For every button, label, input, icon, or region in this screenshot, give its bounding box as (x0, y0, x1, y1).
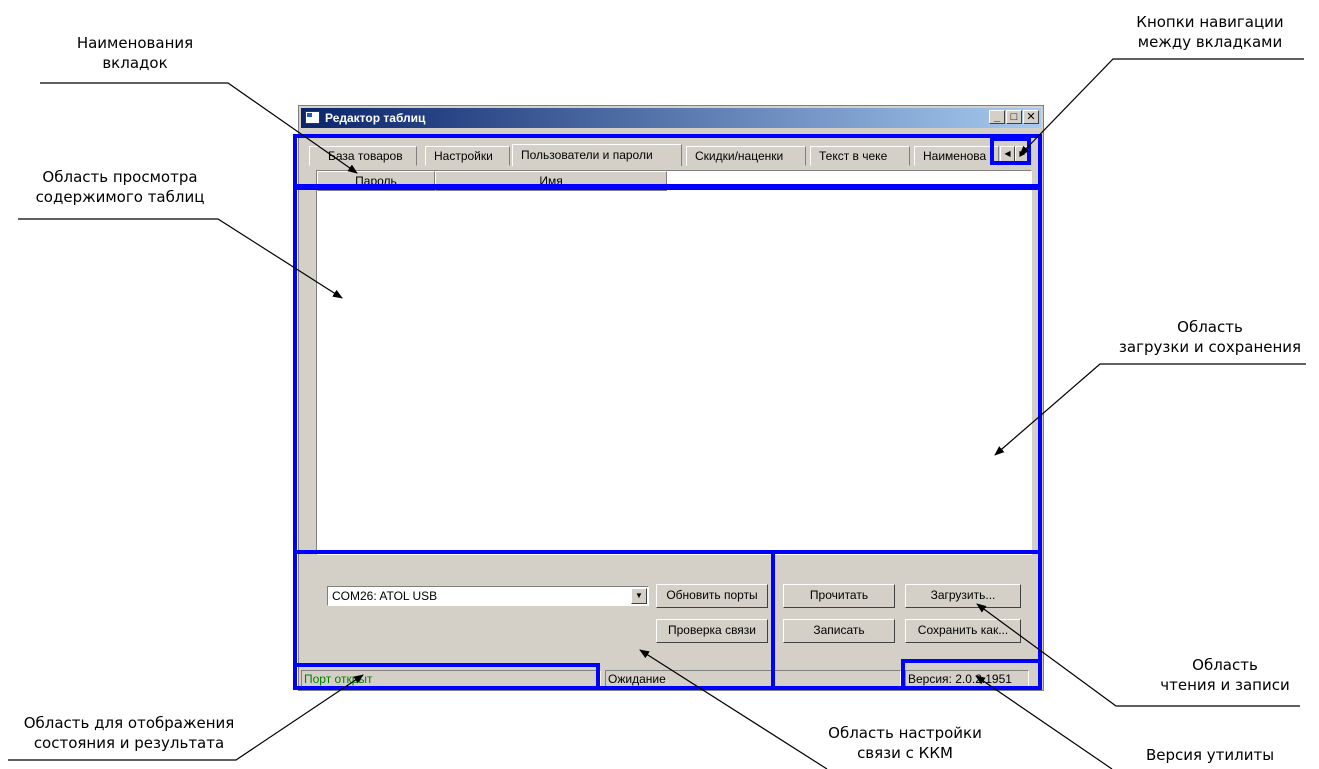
table-editor-window: Редактор таблиц _ □ ✕ База товаров Настр… (298, 105, 1044, 691)
callout-kkm-connection-line1: Область настройки (828, 724, 982, 742)
close-button[interactable]: ✕ (1023, 110, 1039, 124)
save-as-button[interactable]: Сохранить как... (905, 619, 1021, 643)
callout-tab-names-line2: вкладок (102, 54, 168, 72)
leader-table-view (18, 218, 343, 299)
check-connection-button[interactable]: Проверка связи (656, 619, 768, 643)
write-button[interactable]: Записать (783, 619, 895, 643)
tab-scroll-right-button[interactable]: ▶ (1015, 146, 1030, 162)
tab-users-passwords[interactable]: Пользователи и пароли (512, 144, 682, 166)
status-bar: Порт открыт Ожидание Версия: 2.0.2.1951 (301, 670, 1041, 688)
tab-names[interactable]: Наименова (914, 146, 999, 166)
tab-receipt-text[interactable]: Текст в чеке (810, 146, 910, 166)
callout-tab-names-line1: Наименования (76, 34, 194, 52)
callout-load-save: Область загрузки и сохранения (1105, 317, 1315, 357)
callout-load-save-line1: Область (1177, 318, 1243, 336)
callout-table-view: Область просмотра содержимого таблиц (20, 167, 220, 207)
minimize-button[interactable]: _ (989, 110, 1005, 124)
callout-tab-nav-line1: Кнопки навигации (1136, 13, 1284, 31)
callout-table-view-line2: содержимого таблиц (35, 188, 205, 206)
callout-read-write-line2: чтения и записи (1160, 676, 1290, 694)
callout-tab-nav-line2: между вкладками (1137, 33, 1283, 51)
tab-product-base[interactable]: База товаров (309, 146, 417, 166)
grid-header: Пароль Имя (317, 171, 667, 191)
read-button[interactable]: Прочитать (783, 584, 895, 608)
callout-status-area: Область для отображения состояния и резу… (4, 713, 254, 753)
callout-status-area-line2: состояния и результата (33, 734, 225, 752)
callout-tab-nav: Кнопки навигации между вкладками (1130, 12, 1290, 52)
callout-load-save-line2: загрузки и сохранения (1118, 338, 1302, 356)
table-grid[interactable]: Пароль Имя (316, 170, 1032, 555)
tab-scroll-left-button[interactable]: ◀ (1000, 146, 1015, 162)
callout-read-write: Область чтения и записи (1150, 655, 1300, 695)
callout-utility-version-line1: Версия утилиты (1145, 746, 1275, 764)
callout-tab-names: Наименования вкладок (55, 33, 215, 73)
chevron-down-icon[interactable]: ▼ (631, 588, 647, 604)
tab-strip: База товаров Настройки Пользователи и па… (309, 144, 1009, 166)
window-title: Редактор таблиц (325, 111, 426, 125)
column-header-name[interactable]: Имя (435, 171, 667, 191)
app-icon (305, 111, 320, 124)
callout-read-write-line1: Область (1192, 656, 1258, 674)
callout-status-area-line1: Область для отображения (23, 714, 235, 732)
tab-settings[interactable]: Настройки (425, 146, 510, 166)
port-select[interactable]: COM26: ATOL USB ▼ (327, 586, 649, 606)
column-header-password[interactable]: Пароль (317, 171, 435, 191)
leader-tab-nav (1019, 58, 1304, 156)
refresh-ports-button[interactable]: Обновить порты (656, 584, 768, 608)
callout-utility-version: Версия утилиты (1140, 745, 1280, 765)
callout-kkm-connection: Область настройки связи с ККМ (810, 723, 1000, 763)
callout-kkm-connection-line2: связи с ККМ (857, 744, 953, 762)
port-select-value: COM26: ATOL USB (332, 589, 438, 603)
maximize-button[interactable]: □ (1006, 110, 1022, 124)
operation-status: Ожидание (605, 670, 901, 688)
port-status: Порт открыт (301, 670, 601, 688)
tab-discounts[interactable]: Скидки/наценки (686, 146, 806, 166)
version-status: Версия: 2.0.2.1951 (905, 670, 1029, 688)
callout-table-view-line1: Область просмотра (42, 168, 198, 186)
title-bar[interactable]: Редактор таблиц _ □ ✕ (301, 108, 1041, 128)
load-button[interactable]: Загрузить... (905, 584, 1021, 608)
